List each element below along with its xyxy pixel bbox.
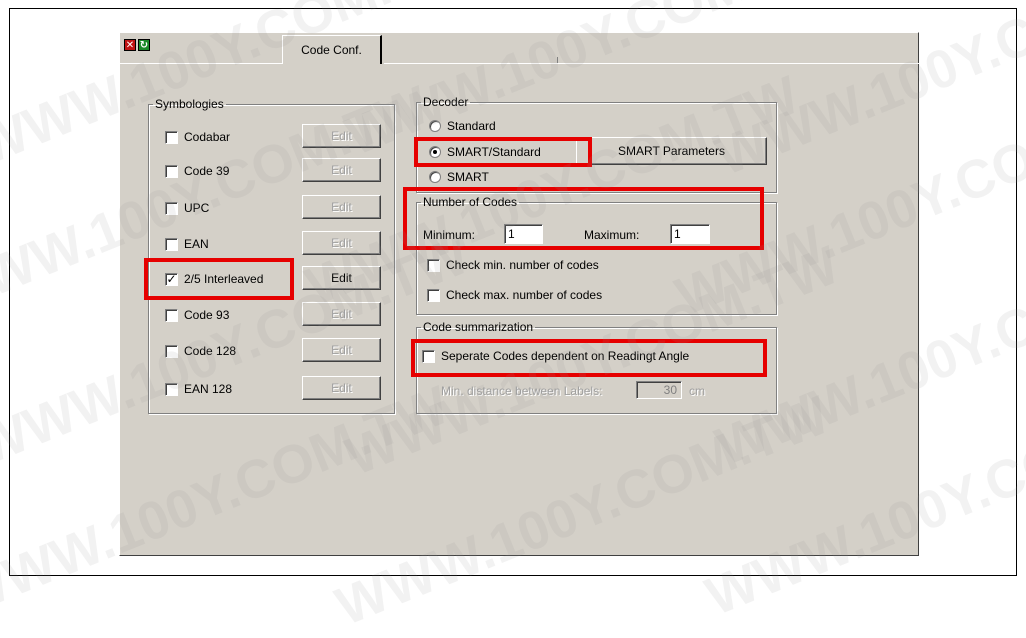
symbology-item[interactable]: Code 128 [165,344,236,358]
decoder-option-standard-label: Standard [447,119,496,133]
maximum-label: Maximum: [584,228,640,242]
distance-unit-label: cm [689,384,705,398]
decoder-option-smart-standard[interactable]: SMART/Standard [429,145,541,159]
symbology-checkbox[interactable] [165,237,178,251]
close-icon[interactable]: ✕ [124,39,136,51]
code-summarization-group: Code summarization [416,320,777,414]
radio-standard[interactable] [429,120,441,132]
check-max-codes[interactable]: Check max. number of codes [427,288,602,302]
symbology-item[interactable]: EAN 128 [165,382,232,396]
tab-code-conf[interactable]: Code Conf. [282,35,382,64]
symbology-checkbox[interactable] [165,130,178,144]
symbology-item[interactable]: Code 93 [165,308,229,322]
symbology-edit-button[interactable]: Edit [302,158,381,182]
min-distance-label: Min. distance between Labels: [441,384,603,398]
smart-parameters-button[interactable]: SMART Parameters [576,137,767,165]
symbology-edit-button[interactable]: Edit [302,376,381,400]
tab-icons: ✕ ↻ [124,39,150,51]
symbology-item[interactable]: UPC [165,201,209,215]
check-max-codes-label: Check max. number of codes [446,288,603,302]
tab-strip: ✕ ↻ Code Conf. [119,35,919,65]
symbology-checkbox[interactable] [165,308,178,322]
decoder-option-smart-standard-label: SMART/Standard [447,145,541,159]
tab-baseline-right [384,63,919,64]
separate-codes-option[interactable]: Seperate Codes dependent on Readingt Ang… [422,349,689,363]
separate-codes-label: Seperate Codes dependent on Readingt Ang… [441,349,690,363]
separate-codes-checkbox[interactable] [422,349,435,363]
symbology-edit-button[interactable]: Edit [302,338,381,362]
radio-smart[interactable] [429,171,441,183]
symbology-checkbox[interactable] [165,201,178,215]
symbology-item[interactable]: Codabar [165,130,230,144]
symbologies-title: Symbologies [155,97,224,111]
symbology-label: 2/5 Interleaved [184,272,264,286]
min-distance-input[interactable]: 30 [636,381,682,399]
symbology-edit-button[interactable]: Edit [302,124,381,148]
decoder-option-smart-label: SMART [447,170,489,184]
symbology-label: EAN [184,237,209,251]
tab-divider [557,57,558,63]
refresh-icon[interactable]: ↻ [138,39,150,51]
number-of-codes-title: Number of Codes [423,195,518,209]
tab-baseline-left [119,63,282,64]
symbology-edit-button[interactable]: Edit [302,195,381,219]
symbology-item[interactable]: Code 39 [165,164,229,178]
symbology-label: Code 93 [184,308,230,322]
symbology-item[interactable]: EAN [165,237,209,251]
decoder-option-smart[interactable]: SMART [429,170,489,184]
symbology-item[interactable]: ✓ 2/5 Interleaved [165,272,263,286]
check-min-codes[interactable]: Check min. number of codes [427,258,599,272]
symbology-edit-button[interactable]: Edit [302,231,381,255]
maximum-input[interactable]: 1 [670,224,710,244]
decoder-option-standard[interactable]: Standard [429,119,496,133]
symbology-label: Code 128 [184,344,237,358]
symbology-label: EAN 128 [184,382,233,396]
symbology-label: Code 39 [184,164,230,178]
code-summarization-title: Code summarization [423,320,534,334]
symbology-checkbox[interactable]: ✓ [165,272,178,286]
symbology-label: Codabar [184,130,231,144]
symbology-checkbox[interactable] [165,344,178,358]
minimum-input[interactable]: 1 [504,224,543,244]
minimum-label: Minimum: [423,228,476,242]
check-min-codes-box[interactable] [427,258,440,272]
symbology-checkbox[interactable] [165,382,178,396]
check-min-codes-label: Check min. number of codes [446,258,599,272]
symbology-edit-button[interactable]: Edit [302,302,381,326]
check-max-codes-box[interactable] [427,288,440,302]
symbology-checkbox[interactable] [165,164,178,178]
symbology-label: UPC [184,201,210,215]
symbology-edit-button[interactable]: Edit [302,266,381,290]
decoder-title: Decoder [423,95,469,109]
radio-smart-standard[interactable] [429,146,441,158]
